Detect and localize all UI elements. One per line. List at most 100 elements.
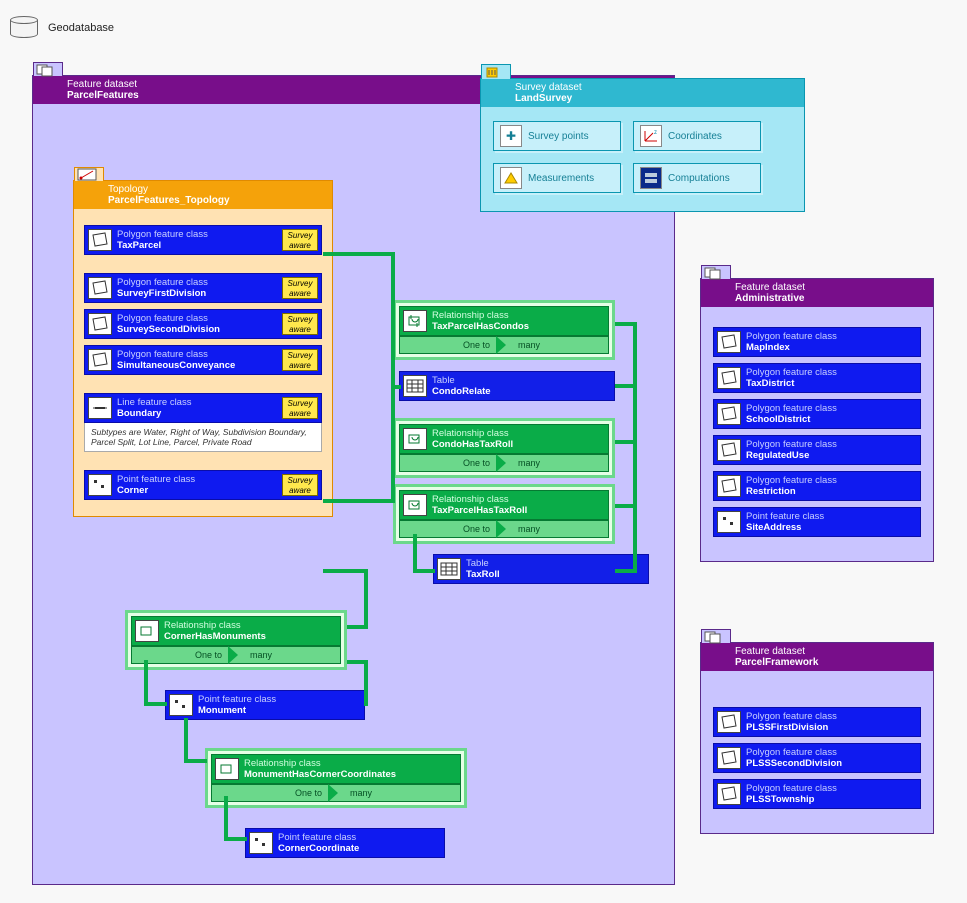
folder-tab-icon [481, 64, 511, 79]
rel-header: Relationship class TaxParcelHasCondos [399, 306, 609, 336]
topology-title: Topology ParcelFeatures_Topology [74, 181, 332, 209]
survey-aware-tag: Survey aware [282, 349, 318, 371]
dataset-name-label: Administrative [735, 293, 927, 304]
connector [184, 718, 188, 763]
dataset-body: Topology ParcelFeatures_Topology Polygon… [33, 104, 674, 884]
connector [323, 252, 395, 256]
connector [144, 702, 167, 706]
rel-type-label: Relationship class [432, 428, 509, 439]
rel-name-label: CornerHasMonuments [164, 631, 336, 642]
feature-class-monument: Point feature class Monument [165, 690, 365, 720]
feature-dataset-administrative: Feature dataset Administrative Polygon f… [700, 278, 934, 562]
fc-name-label: SimultaneousConveyance [117, 360, 277, 371]
feature-class-schooldistrict: Polygon feature class SchoolDistrict [713, 399, 921, 429]
fc-name-label: CornerCoordinate [278, 843, 440, 854]
rel-header: Relationship class CondoHasTaxRoll [399, 424, 609, 454]
dataset-body: Polygon feature class MapIndex Polygon f… [701, 307, 933, 561]
connector [323, 569, 368, 573]
fc-type-label: Polygon feature class [746, 331, 837, 342]
point-icon [249, 832, 273, 854]
feature-class-taxparcel: Polygon feature class TaxParcel Survey a… [84, 225, 322, 255]
rel-name-label: TaxParcelHasCondos [432, 321, 604, 332]
fc-subtype-note: Subtypes are Water, Right of Way, Subdiv… [84, 423, 322, 452]
polygon-icon [717, 403, 741, 425]
dataset-type-label: Feature dataset [735, 646, 805, 657]
feature-class-surveyseconddivision: Polygon feature class SurveySecondDivisi… [84, 309, 322, 339]
rel-header: Relationship class MonumentHasCornerCoor… [211, 754, 461, 784]
dataset-name-label: ParcelFramework [735, 657, 927, 668]
rel-name-label: MonumentHasCornerCoordinates [244, 769, 456, 780]
polygon-icon [717, 783, 741, 805]
table-type-label: Table [466, 558, 489, 569]
connector [615, 384, 635, 388]
table-block: Table CondoRelate [399, 371, 615, 401]
relationship-icon [403, 494, 427, 516]
connector [391, 252, 395, 502]
database-icon [10, 16, 38, 40]
cardinality: One to many [399, 454, 609, 472]
fc-type-label: Polygon feature class [746, 783, 837, 794]
connector [413, 569, 435, 573]
connector [391, 442, 395, 446]
rel-taxparcelhastaxroll: Relationship class TaxParcelHasTaxRoll O… [393, 484, 615, 544]
survey-title: Survey dataset LandSurvey [481, 79, 804, 107]
connector [413, 534, 417, 569]
relationship-icon [403, 428, 427, 450]
feature-class-mapindex: Polygon feature class MapIndex [713, 327, 921, 357]
feature-class-regulateduse: Polygon feature class RegulatedUse [713, 435, 921, 465]
connector [391, 385, 401, 389]
card-one-label: One to [400, 340, 496, 350]
folder-tab-icon [33, 62, 63, 76]
point-icon [88, 474, 112, 496]
fc-type-label: Point feature class [198, 694, 276, 705]
table-icon [437, 558, 461, 580]
fc-name-label: Boundary [117, 408, 277, 419]
dataset-title: Feature dataset Administrative [701, 279, 933, 307]
fc-name-label: PLSSSecondDivision [746, 758, 916, 769]
topology-type-label: Topology [108, 184, 148, 195]
feature-class-simultaneousconveyance: Polygon feature class SimultaneousConvey… [84, 345, 322, 375]
card-one-label: One to [400, 458, 496, 468]
rel-name-label: CondoHasTaxRoll [432, 439, 604, 450]
topology-icon [78, 169, 102, 181]
point-icon [169, 694, 193, 716]
connector [224, 837, 247, 841]
fc-type-label: Polygon feature class [746, 711, 837, 722]
rel-type-label: Relationship class [432, 310, 509, 321]
relationship-icon [135, 620, 159, 642]
geodatabase-label: Geodatabase [48, 22, 114, 34]
card-many-label: many [238, 650, 340, 660]
survey-item-computations: Computations [633, 163, 761, 193]
fc-name-label: SchoolDistrict [746, 414, 916, 425]
compute-icon [640, 167, 662, 189]
dataset-type-label: Feature dataset [67, 79, 137, 90]
fc-block: Point feature class Monument [165, 690, 365, 720]
topology-body: Polygon feature class TaxParcel Survey a… [74, 209, 332, 516]
dataset-title: Feature dataset ParcelFramework [701, 643, 933, 671]
table-type-label: Table [432, 375, 455, 386]
feature-class-restriction: Polygon feature class Restriction [713, 471, 921, 501]
dataset-type-label: Feature dataset [735, 282, 805, 293]
feature-class-surveyfirstdivision: Polygon feature class SurveyFirstDivisio… [84, 273, 322, 303]
card-many-label: many [506, 458, 608, 468]
table-condorelate: Table CondoRelate [399, 371, 615, 401]
connector [184, 759, 207, 763]
svg-text:z: z [654, 130, 657, 136]
rel-cornerhasmonuments: Relationship class CornerHasMonuments On… [125, 610, 347, 670]
feature-class-boundary-group: Line feature class Boundary Survey aware… [84, 393, 322, 452]
feature-dataset-parcelframework: Feature dataset ParcelFramework Polygon … [700, 642, 934, 834]
folder-tab-icon [74, 167, 104, 181]
topology-panel: Topology ParcelFeatures_Topology Polygon… [73, 180, 333, 517]
connector [364, 660, 368, 705]
survey-item-coordinates: z Coordinates [633, 121, 761, 151]
crosshair-icon: ✚ [500, 125, 522, 147]
card-one-label: One to [132, 650, 228, 660]
polygon-icon [717, 747, 741, 769]
fc-type-label: Polygon feature class [746, 439, 837, 450]
fc-name-label: MapIndex [746, 342, 916, 353]
polygon-icon [88, 349, 112, 371]
feature-class-plssseconddivision: Polygon feature class PLSSSecondDivision [713, 743, 921, 773]
arrow-right-icon [496, 336, 506, 354]
polygon-icon [717, 331, 741, 353]
arrow-right-icon [328, 784, 338, 802]
